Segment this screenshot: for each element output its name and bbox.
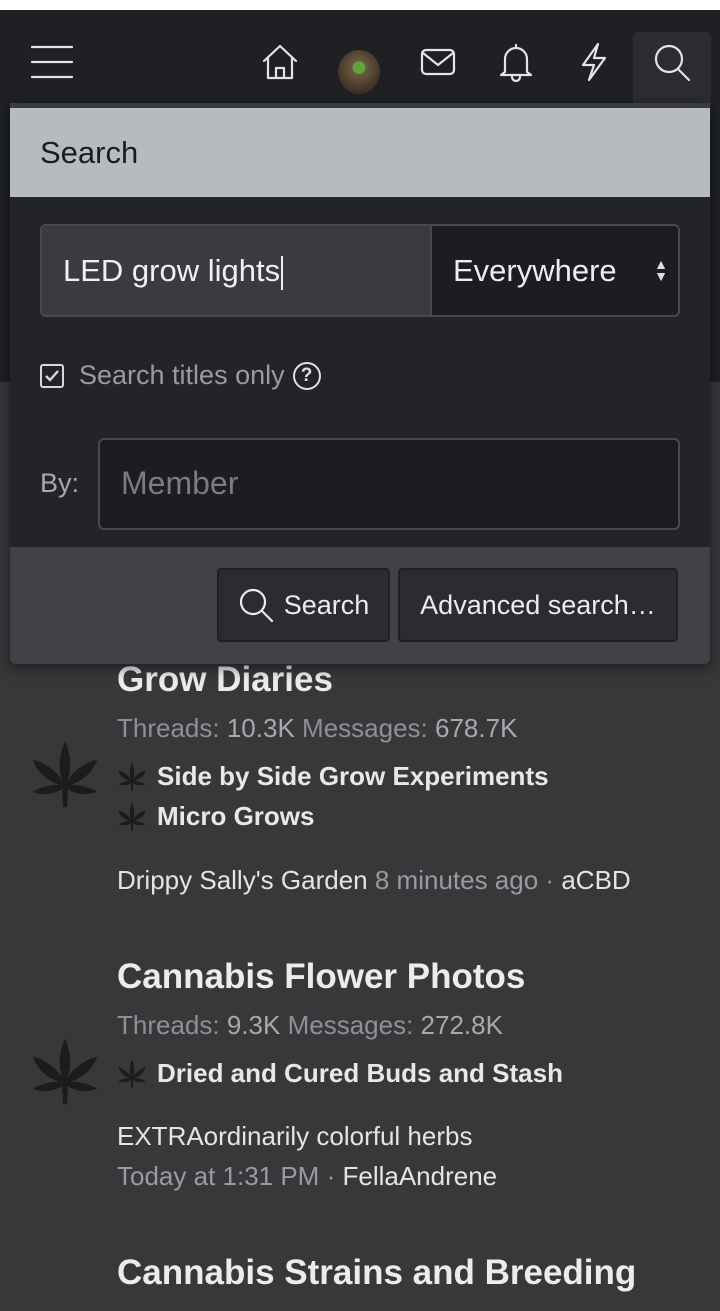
cannabis-leaf-icon — [117, 762, 147, 792]
last-post-title[interactable]: Drippy Sally's Garden — [117, 865, 368, 895]
search-menu-footer: Search Advanced search… — [10, 547, 710, 664]
last-post-user[interactable]: aCBD — [561, 865, 630, 895]
cannabis-leaf-icon — [30, 1035, 100, 1109]
subforum-link[interactable]: Side by Side Grow Experiments — [117, 761, 549, 792]
search-icon — [239, 588, 273, 623]
node-title[interactable]: Cannabis Flower Photos — [117, 957, 525, 997]
last-post-title[interactable]: EXTRAordinarily colorful herbs — [117, 1121, 472, 1152]
search-scope-select[interactable]: Everywhere ▲ ▼ — [432, 226, 678, 315]
last-post-user[interactable]: FellaAndrene — [342, 1161, 497, 1191]
search-dropdown: Search LED grow lights Everywhere ▲ ▼ Sear… — [10, 103, 710, 664]
search-toggle[interactable] — [633, 32, 711, 114]
search-menu-title: Search — [10, 108, 710, 197]
node-title[interactable]: Grow Diaries — [117, 660, 333, 700]
last-post: Drippy Sally's Garden 8 minutes ago · aC… — [117, 865, 631, 895]
menu-icon[interactable] — [30, 40, 74, 84]
by-label: By: — [40, 468, 80, 498]
cannabis-leaf-icon — [30, 738, 100, 812]
search-icon[interactable] — [650, 40, 694, 84]
envelope-icon[interactable] — [416, 40, 460, 84]
node-stats: Threads: 10.3K Messages: 678.7K — [117, 713, 518, 743]
avatar[interactable] — [338, 50, 380, 94]
search-button[interactable]: Search — [217, 568, 390, 642]
node-title[interactable]: Cannabis Strains and Breeding — [117, 1253, 636, 1293]
search-row: LED grow lights Everywhere ▲ ▼ — [40, 224, 680, 317]
lightning-icon[interactable] — [572, 40, 616, 84]
search-input[interactable]: LED grow lights — [42, 226, 432, 315]
bell-icon[interactable] — [494, 40, 538, 84]
member-input[interactable]: Member — [98, 438, 680, 530]
node-stats: Threads: 9.3K Messages: 272.8K — [117, 1010, 503, 1040]
titles-only-option[interactable]: Search titles only ? — [40, 360, 321, 391]
last-post-meta: Today at 1:31 PM · FellaAndrene — [117, 1161, 498, 1191]
status-strip — [0, 0, 720, 10]
cannabis-leaf-icon — [117, 802, 147, 832]
home-icon[interactable] — [258, 40, 302, 84]
titles-only-checkbox[interactable] — [40, 363, 64, 388]
advanced-search-button[interactable]: Advanced search… — [398, 568, 678, 642]
subforum-link[interactable]: Dried and Cured Buds and Stash — [117, 1058, 563, 1089]
titles-only-label[interactable]: Search titles only — [79, 360, 285, 391]
select-arrows-icon: ▲ ▼ — [654, 256, 668, 284]
cannabis-leaf-icon — [117, 1059, 147, 1089]
subforum-link[interactable]: Micro Grows — [117, 801, 314, 832]
help-icon[interactable]: ? — [292, 361, 321, 390]
